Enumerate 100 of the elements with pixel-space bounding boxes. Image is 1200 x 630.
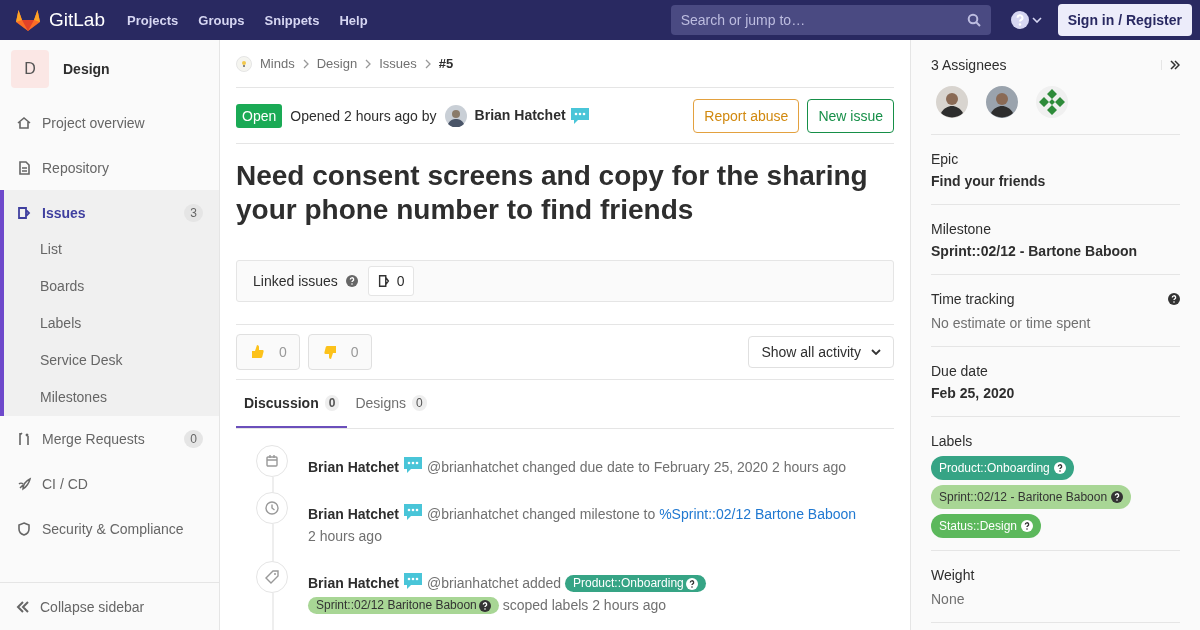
speech-bubble-icon (403, 456, 424, 474)
nav-link[interactable]: Help (339, 8, 368, 32)
chevron-right-icon (302, 58, 309, 69)
assignees-title: 3 Assignees (931, 56, 1007, 75)
activity-filter-dropdown[interactable]: Show all activity (748, 336, 894, 368)
tab[interactable]: Designs 0 (347, 380, 435, 428)
speech-bubble-icon (403, 572, 424, 590)
author-name[interactable]: Brian Hatchet (308, 503, 400, 525)
sidebar-item[interactable]: Project overview (0, 100, 219, 145)
due-date-value: Feb 25, 2020 (931, 384, 1016, 403)
avatar-icon (936, 86, 968, 118)
help-icon (478, 599, 491, 612)
merge-request-icon (16, 430, 32, 447)
shield-icon (16, 520, 32, 537)
event-text: @brianhatchet added (427, 575, 562, 591)
section-title: Epic (931, 150, 960, 169)
help-icon (1010, 11, 1029, 29)
report-abuse-button[interactable]: Report abuse (693, 98, 800, 133)
logo-text: GitLab (49, 9, 105, 31)
sidebar-subitem[interactable]: Boards (4, 268, 219, 305)
calendar-icon (264, 453, 280, 469)
event-time: 2 hours ago (308, 528, 382, 544)
sidebar-subitem[interactable]: Service Desk (4, 342, 219, 379)
event-text: scoped labels 2 hours ago (502, 597, 667, 613)
search-icon (966, 13, 981, 27)
time-tracking-value: No estimate or time spent (931, 314, 1092, 333)
count-badge: 3 (184, 203, 203, 222)
thumbs-up-icon (249, 343, 267, 361)
tab[interactable]: Discussion 0 (236, 380, 348, 428)
breadcrumb-link[interactable]: Issues (379, 56, 417, 71)
nav-link[interactable]: Snippets (264, 8, 320, 32)
speech-bubble-icon (569, 106, 590, 125)
breadcrumb-link[interactable]: #5 (438, 56, 454, 71)
issues-icon (376, 274, 391, 288)
event-text: @brianhatchet changed milestone to %Sprint::02/12 Bartone Baboon (427, 506, 857, 522)
double-chevron-left-icon (16, 599, 30, 614)
section-title: Weight (931, 566, 976, 585)
sidebar-item[interactable]: Security & Compliance (0, 506, 219, 551)
milestone-link[interactable]: %Sprint::02/12 Bartone Baboon (659, 506, 857, 522)
nav-link[interactable]: Groups (198, 8, 245, 32)
sidebar-subitem[interactable]: Labels (4, 305, 219, 342)
project-name: Design (63, 61, 110, 77)
section-title: Milestone (931, 220, 992, 239)
document-icon (16, 159, 32, 176)
search-field[interactable]: Search or jump to… (670, 5, 991, 35)
chevron-down-icon (871, 349, 881, 355)
opened-text: Opened 2 hours ago by (290, 107, 437, 124)
chevron-right-icon (424, 58, 431, 69)
issues-icon (16, 204, 32, 221)
help-icon (685, 577, 698, 590)
help-icon (1168, 293, 1180, 305)
author-name[interactable]: Brian Hatchet (474, 106, 566, 123)
avatar-icon (986, 86, 1018, 118)
weight-value: None (931, 590, 966, 609)
breadcrumb-link[interactable]: Design (316, 56, 358, 71)
nav-link[interactable]: Projects (127, 8, 179, 32)
issue-title: Need consent screens and copy for the sharing your phone number to find friends (236, 159, 869, 227)
section-title: Labels (931, 432, 974, 451)
count-badge: 0 (324, 395, 340, 411)
status-badge: Open (236, 103, 283, 128)
help-icon (345, 275, 358, 287)
chevron-down-icon (1031, 17, 1042, 23)
sidebar-item[interactable]: Repository (0, 145, 219, 190)
sidebar-subitem[interactable]: Milestones (4, 379, 219, 416)
author-name[interactable]: Brian Hatchet (308, 572, 400, 594)
section-title: Time tracking (931, 288, 1180, 310)
home-icon (16, 114, 32, 131)
double-chevron-right-icon[interactable] (1170, 60, 1180, 70)
group-avatar-icon (236, 55, 252, 72)
event-text: @brianhatchet changed due date to February 25, 2020 2 hours ago (427, 459, 846, 475)
collapse-sidebar-button[interactable]: Collapse sidebar (0, 582, 219, 630)
author-name[interactable]: Brian Hatchet (308, 456, 400, 478)
count-badge: 0 (412, 395, 427, 411)
epic-value: Find your friends (931, 172, 1047, 191)
speech-bubble-icon (403, 503, 424, 521)
linked-issues-label: Linked issues (253, 273, 338, 289)
new-issue-button[interactable]: New issue (807, 98, 894, 133)
tag-icon (264, 569, 280, 585)
project-avatar: D (11, 50, 49, 88)
chevron-right-icon (365, 58, 372, 69)
scoped-label[interactable]: Sprint::02/12 - Baritone Baboon (931, 485, 1132, 509)
breadcrumb-link[interactable]: Minds (260, 56, 295, 71)
scoped-label[interactable]: Product::Onboarding (565, 575, 706, 592)
sidebar-item[interactable]: Merge Requests 0 (0, 416, 219, 461)
scoped-label[interactable]: Sprint::02/12 Baritone Baboon (308, 597, 499, 614)
section-title: Due date (931, 362, 989, 381)
milestone-value: Sprint::02/12 - Bartone Baboon (931, 242, 1139, 261)
avatar-icon (444, 104, 467, 127)
rocket-icon (16, 475, 32, 492)
help-icon (1021, 520, 1034, 532)
sign-in-button[interactable]: Sign in / Register (1057, 4, 1192, 36)
count-badge: 0 (184, 429, 203, 448)
linked-issues-count[interactable]: 0 (367, 266, 414, 296)
identicon-avatar-icon (1036, 86, 1068, 118)
help-icon (1053, 462, 1066, 474)
fox-logo-icon (15, 8, 41, 32)
clock-icon (264, 500, 280, 516)
sidebar-item[interactable]: CI / CD (0, 461, 219, 506)
help-icon (1111, 491, 1124, 503)
scoped-label[interactable]: Product::Onboarding (931, 456, 1074, 480)
